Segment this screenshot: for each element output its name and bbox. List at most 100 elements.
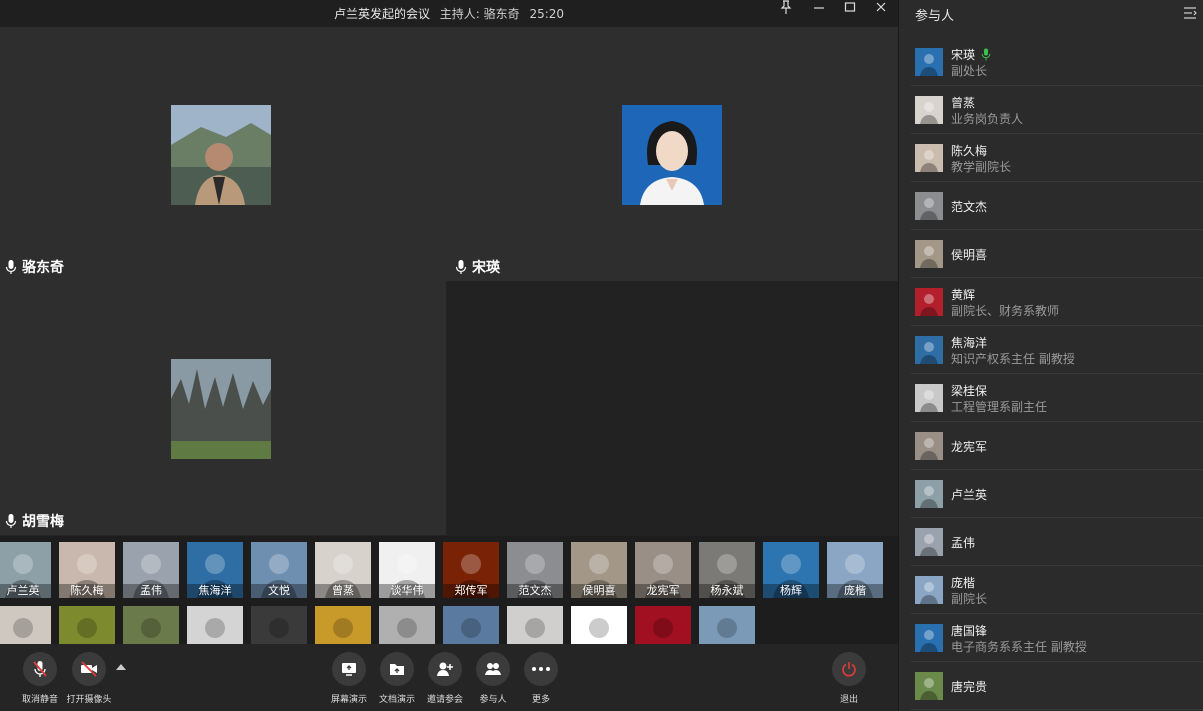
participant-thumbnail[interactable]	[379, 606, 435, 644]
participant-thumbnail[interactable]: 陈久梅	[59, 542, 115, 598]
video-tile[interactable]: 胡雪梅	[0, 281, 446, 535]
participant-name-text: 黄辉	[951, 288, 976, 302]
participant-list-item[interactable]: 孟伟	[911, 518, 1203, 566]
microphone-active-icon	[981, 48, 991, 61]
participant-name-text: 陈久梅	[951, 144, 988, 158]
add-user-icon	[428, 652, 462, 686]
participant-name: 梁桂保	[951, 382, 987, 399]
participant-thumbnail[interactable]	[251, 606, 307, 644]
participant-list-item[interactable]: 焦海洋 知识产权系主任 副教授	[911, 326, 1203, 374]
participant-role: 副院长、财务系教师	[951, 304, 1060, 318]
participant-list-item[interactable]: 唐完贵	[911, 662, 1203, 710]
chevron-up-icon[interactable]	[116, 664, 126, 670]
participant-name-tag: 胡雪梅	[4, 511, 64, 531]
participant-thumbnail[interactable]	[315, 606, 371, 644]
participant-name-text: 庞楷	[951, 576, 976, 590]
participant-thumbnail[interactable]	[507, 606, 563, 644]
more-icon	[524, 652, 558, 686]
video-tile[interactable]: 宋瑛	[446, 27, 898, 281]
participant-name: 唐完贵	[951, 678, 987, 695]
participant-thumbnail[interactable]	[443, 606, 499, 644]
avatar	[915, 480, 943, 508]
avatar	[915, 240, 943, 268]
minimize-icon[interactable]	[804, 0, 834, 22]
host-label: 主持人: 骆东奇	[439, 7, 520, 21]
camera-label: 打开摄像头	[66, 695, 112, 705]
microphone-icon	[5, 260, 17, 274]
power-icon	[832, 652, 866, 686]
participant-thumbnail[interactable]	[0, 606, 51, 644]
leave-button[interactable]: 退出	[819, 652, 879, 705]
avatar	[915, 672, 943, 700]
participant-name: 宋瑛	[951, 46, 991, 63]
close-icon[interactable]	[866, 0, 896, 22]
participant-name: 侯明喜	[951, 246, 987, 263]
bottom-toolbar: 取消静音 打开摄像头 屏幕演示 文档演示 邀请参会 参与人 更多 退出	[0, 644, 898, 711]
participant-name: 胡雪梅	[22, 514, 64, 530]
more-button[interactable]: 更多	[511, 652, 571, 705]
participant-list-item[interactable]: 龙宪军	[911, 422, 1203, 470]
video-grid: 骆东奇 宋瑛 胡雪梅	[0, 27, 898, 535]
participant-list-item[interactable]: 庞楷 副院长	[911, 566, 1203, 614]
video-tile[interactable]: 骆东奇	[0, 27, 446, 281]
participant-name: 孟伟	[951, 534, 975, 551]
participant-list-item[interactable]: 梁桂保 工程管理系副主任	[911, 374, 1203, 422]
avatar	[915, 144, 943, 172]
avatar	[915, 192, 943, 220]
participant-role: 业务岗负责人	[951, 112, 1024, 126]
participant-thumbnail[interactable]: 焦海洋	[187, 542, 243, 598]
participant-thumbnail[interactable]	[635, 606, 691, 644]
participant-thumbnail[interactable]: 曾蒸	[315, 542, 371, 598]
participant-list-item[interactable]: 宋瑛 副处长	[911, 38, 1203, 86]
avatar	[915, 432, 943, 460]
participant-thumbnail[interactable]: 郑传军	[443, 542, 499, 598]
avatar	[915, 336, 943, 364]
participant-thumbnail[interactable]	[699, 606, 755, 644]
participant-name-text: 龙宪军	[951, 440, 988, 454]
avatar	[915, 384, 943, 412]
participant-thumbnail[interactable]	[187, 606, 243, 644]
screen-share-icon	[332, 652, 366, 686]
participant-role: 副院长	[951, 592, 988, 606]
pin-icon[interactable]	[771, 0, 801, 22]
participant-name: 焦海洋	[951, 334, 987, 351]
participant-thumbnail[interactable]: 杨辉	[763, 542, 819, 598]
participant-thumbnail[interactable]: 龙宪军	[635, 542, 691, 598]
folder-icon	[380, 652, 414, 686]
participant-list-item[interactable]: 卢兰英	[911, 470, 1203, 518]
participant-name: 唐国锋	[951, 622, 987, 639]
participant-thumbnail[interactable]: 卢兰英	[0, 542, 51, 598]
thumbnail-label: 杨永斌	[699, 584, 755, 598]
participant-name: 范文杰	[951, 198, 987, 215]
participant-thumbnail[interactable]: 杨永斌	[699, 542, 755, 598]
participant-thumbnail[interactable]: 谈华伟	[379, 542, 435, 598]
leave-label: 退出	[839, 695, 858, 705]
participant-thumbnail[interactable]: 文悦	[251, 542, 307, 598]
collapse-panel-icon[interactable]	[1183, 7, 1197, 19]
maximize-icon[interactable]	[835, 0, 865, 22]
participant-list-item[interactable]: 范文杰	[911, 182, 1203, 230]
participant-thumbnail[interactable]: 孟伟	[123, 542, 179, 598]
thumbnail-label: 龙宪军	[635, 584, 691, 598]
participant-name: 陈久梅	[951, 142, 987, 159]
title-bar: 卢兰英发起的会议 主持人: 骆东奇 25:20	[0, 0, 898, 27]
microphone-icon	[5, 514, 17, 528]
video-tile-empty[interactable]	[446, 281, 898, 535]
avatar	[915, 96, 943, 124]
participant-list-item[interactable]: 曾蒸 业务岗负责人	[911, 86, 1203, 134]
participant-list-item[interactable]: 陈久梅 教学副院长	[911, 134, 1203, 182]
thumbnail-label: 谈华伟	[379, 584, 435, 598]
participant-list-item[interactable]: 黄辉副院长、财务系教师	[911, 278, 1203, 326]
participant-name: 卢兰英	[951, 486, 987, 503]
participant-thumbnail[interactable]: 范文杰	[507, 542, 563, 598]
participant-name-text: 焦海洋	[951, 336, 988, 350]
camera-button[interactable]: 打开摄像头	[59, 652, 119, 705]
participant-list-item[interactable]: 唐国锋 电子商务系系主任 副教授	[911, 614, 1203, 662]
participant-thumbnail[interactable]	[123, 606, 179, 644]
participant-thumbnail[interactable]	[571, 606, 627, 644]
participant-list-item[interactable]: 侯明喜	[911, 230, 1203, 278]
participant-role: 教学副院长	[951, 160, 1012, 174]
participant-thumbnail[interactable]: 侯明喜	[571, 542, 627, 598]
participant-thumbnail[interactable]	[59, 606, 115, 644]
participant-thumbnail[interactable]: 庞楷	[827, 542, 883, 598]
